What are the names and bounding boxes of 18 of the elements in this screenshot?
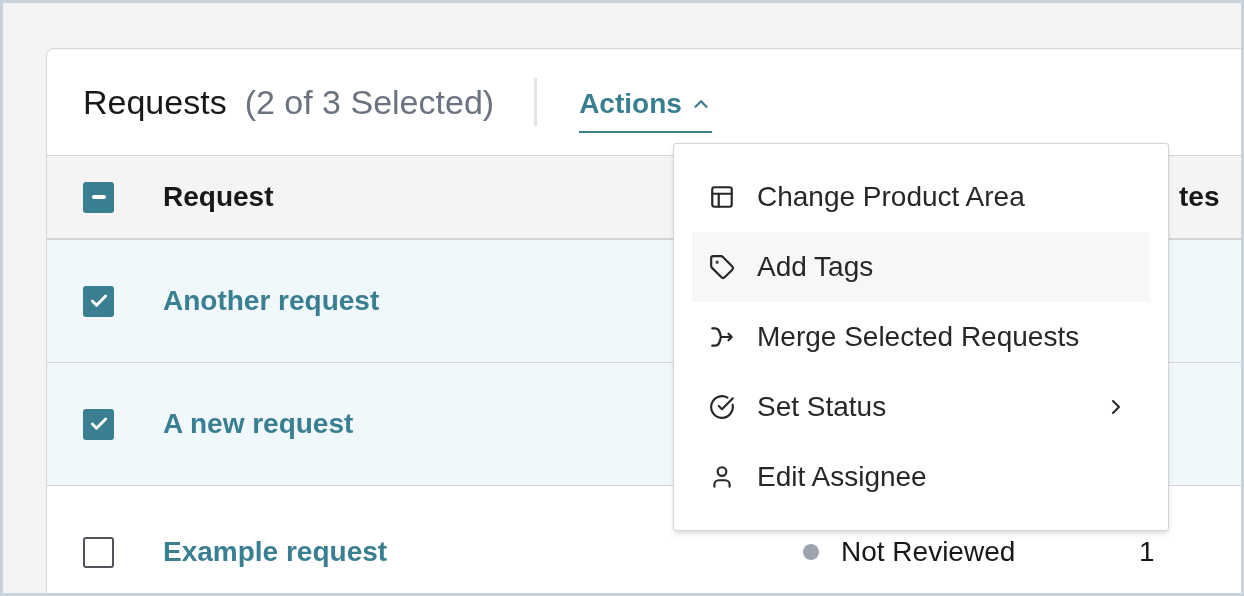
column-header: tes	[1179, 180, 1220, 214]
page-title: Requests	[83, 81, 227, 123]
menu-item[interactable]: Add Tags	[692, 232, 1150, 302]
actions-button[interactable]: Actions	[579, 83, 712, 133]
minus-icon	[91, 195, 106, 199]
row-checkbox[interactable]	[83, 536, 114, 568]
tag-icon	[709, 254, 735, 280]
select-all-checkbox[interactable]	[83, 181, 114, 213]
layout-icon	[709, 184, 735, 210]
status-text: Not Reviewed	[841, 535, 1016, 569]
column-header: Request	[163, 180, 275, 214]
merge-arrow-icon	[709, 324, 735, 350]
request-link[interactable]: Example request	[163, 531, 801, 573]
check-circle-icon	[709, 394, 735, 420]
row-checkbox[interactable]	[83, 285, 114, 317]
selection-count: (2 of 3 Selected)	[244, 81, 495, 123]
vote-count: 1	[1139, 535, 1155, 569]
row-checkbox[interactable]	[83, 408, 114, 440]
